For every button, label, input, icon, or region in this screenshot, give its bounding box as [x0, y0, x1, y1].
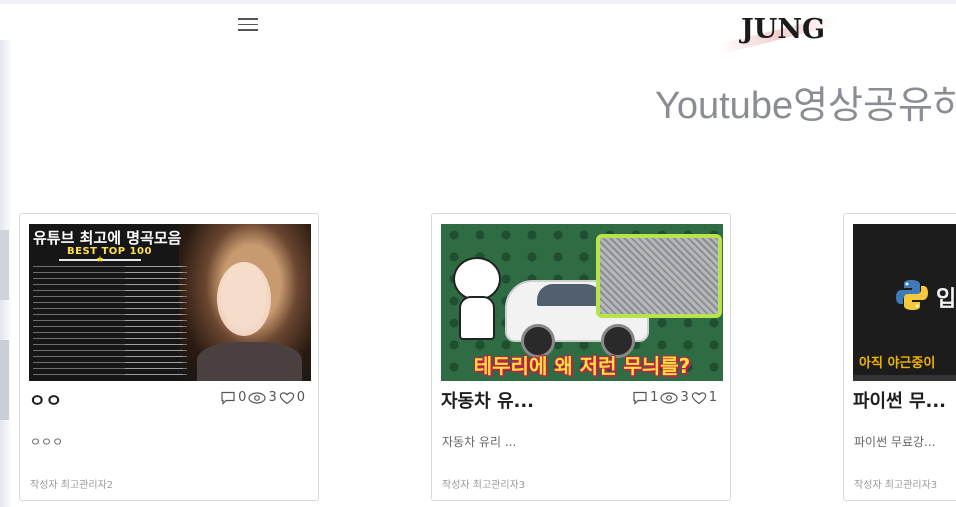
post-stats: 0 3 0 [220, 390, 305, 405]
heart-icon [691, 391, 706, 404]
top-strip [0, 0, 956, 4]
post-title[interactable]: 파이썬 무... [853, 387, 946, 413]
heart-icon [279, 391, 294, 404]
thumbnail-caption: 테두리에 왜 저런 무늬를? [473, 354, 691, 378]
thumbnail-headline: 유튜브 최고에 명곡모음 [33, 229, 182, 247]
post-thumbnail[interactable]: 입 아직 야근중이 [853, 224, 956, 381]
post-author: 작성자 최고관리자3 [442, 480, 526, 491]
star-icon: ★ [96, 255, 105, 265]
comment-icon [633, 391, 647, 405]
zoom-inset [596, 234, 722, 318]
post-excerpt: 파이썬 무료강... [854, 435, 936, 449]
left-edge-background [0, 40, 12, 507]
comment-icon [221, 391, 235, 405]
logo-text: JUNG [741, 14, 826, 45]
thumbnail-text: 입 [936, 287, 956, 312]
like-count: 0 [296, 390, 305, 405]
post-card[interactable]: 유튜브 최고에 명곡모음 BEST TOP 100 ★ ㅇㅇ 0 3 0 ㅇㅇㅇ… [19, 213, 319, 501]
like-count: 1 [708, 390, 717, 405]
comment-count: 1 [650, 390, 659, 405]
post-title[interactable]: 자동차 유... [441, 387, 534, 413]
thumbnail-badge: BEST TOP 100 [67, 246, 152, 257]
python-logo-icon [896, 280, 928, 310]
thumbnail-caption: 아직 야근중이 [859, 356, 936, 371]
post-thumbnail[interactable]: 테두리에 왜 저런 무늬를? [441, 224, 723, 381]
post-author: 작성자 최고관리자3 [854, 480, 938, 491]
post-card[interactable]: 테두리에 왜 저런 무늬를? 자동차 유... 1 3 1 자동차 유리 ...… [431, 213, 731, 501]
site-logo[interactable]: JUNG [717, 12, 845, 55]
page-title: Youtube영상공유하 [655, 85, 956, 127]
post-excerpt: 자동차 유리 ... [442, 435, 517, 449]
view-count: 3 [680, 390, 689, 405]
post-card[interactable]: 입 아직 야근중이 파이썬 무... 파이썬 무료강... 작성자 최고관리자3 [843, 213, 956, 501]
post-stats: 1 3 1 [632, 390, 717, 405]
post-title[interactable]: ㅇㅇ [29, 387, 62, 413]
view-count: 3 [268, 390, 277, 405]
post-thumbnail[interactable]: 유튜브 최고에 명곡모음 BEST TOP 100 ★ [29, 224, 311, 381]
hamburger-icon[interactable] [238, 14, 258, 34]
eye-icon [248, 391, 267, 404]
eye-icon [660, 391, 679, 404]
post-excerpt: ㅇㅇㅇ [30, 435, 64, 449]
comment-count: 0 [238, 390, 247, 405]
post-author: 작성자 최고관리자2 [30, 480, 114, 491]
